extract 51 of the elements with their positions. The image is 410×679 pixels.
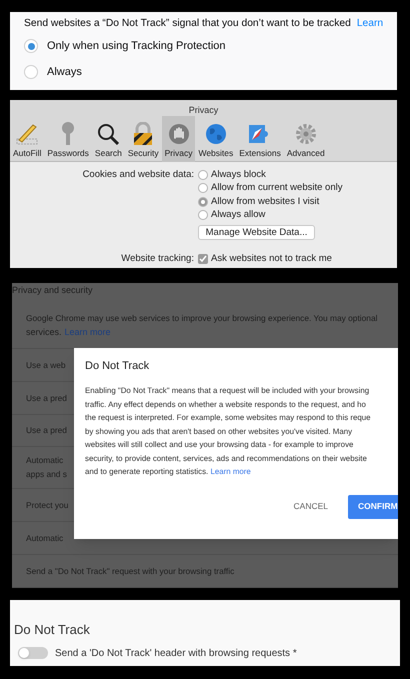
toolbar-tab[interactable]: Passwords: [44, 116, 92, 162]
setting-text: Send a "Do Not Track" request with your browsing traffic: [26, 565, 234, 578]
search-icon: [97, 123, 120, 146]
radio-button[interactable]: [24, 65, 38, 80]
setting-text: apps and s: [26, 468, 67, 482]
checkbox-label: Ask websites not to track me: [211, 252, 332, 266]
setting-text: Google Chrome may use web services to improve your browsing experience. You may optional: [26, 312, 378, 326]
setting-text: Use a pred: [26, 424, 67, 438]
option-label: Allow from websites I visit: [211, 194, 320, 209]
field-label: Cookies and website data:: [82, 168, 194, 181]
hand-icon: [168, 123, 190, 146]
setting-text: Use a pred: [26, 392, 67, 405]
radio-button[interactable]: [198, 210, 208, 220]
manage-data-button[interactable]: Manage Website Data...: [198, 225, 315, 240]
option-label: Allow from current website only: [211, 181, 342, 196]
lock-icon: [132, 122, 154, 146]
option-label: Only when using Tracking Protection: [47, 39, 226, 54]
setting-text: Protect you: [26, 499, 68, 512]
setting-text: Automatic: [26, 454, 64, 468]
option-label: Always: [47, 65, 82, 80]
gear-icon: [294, 123, 317, 146]
toolbar-tab[interactable]: Privacy: [162, 116, 196, 162]
toolbar-tab[interactable]: Extensions: [236, 116, 284, 162]
toolbar-tab[interactable]: Advanced: [284, 116, 328, 162]
window-title: Privacy: [188, 104, 220, 116]
toolbar-tab[interactable]: AutoFill: [10, 116, 44, 162]
option-label: Always block: [211, 168, 266, 182]
option-label: Always allow: [211, 208, 266, 222]
radio-button[interactable]: [24, 39, 38, 54]
setting-text: Automatic: [26, 532, 64, 546]
toggle-switch[interactable]: [18, 647, 48, 659]
setting-text: services.: [26, 326, 62, 340]
field-label: Website tracking:: [121, 252, 194, 266]
description-text: Send websites a “Do Not Track” signal that you don’t want to be tracked: [24, 17, 351, 31]
toggle-label: Send a 'Do Not Track' header with browsing requests *: [55, 646, 297, 660]
section-title: Privacy and security: [12, 284, 94, 297]
radio-button[interactable]: [198, 183, 208, 194]
toolbar-tab[interactable]: Search: [92, 116, 125, 162]
section-heading: Do Not Track: [14, 621, 91, 639]
confirm-button[interactable]: CONFIRM: [348, 494, 398, 518]
cancel-button[interactable]: CANCEL: [288, 494, 334, 518]
key-icon: [60, 122, 76, 146]
toolbar-tab[interactable]: Websites: [195, 116, 236, 162]
setting-text: Use a web: [26, 358, 66, 372]
pencil-icon: [15, 123, 40, 146]
radio-button[interactable]: [198, 170, 208, 180]
dialog-title: Do Not Track: [85, 359, 150, 374]
radio-button[interactable]: [198, 196, 208, 207]
toolbar-tab[interactable]: Security: [124, 116, 162, 162]
checkbox[interactable]: [198, 254, 208, 264]
globe-icon: [204, 123, 227, 146]
